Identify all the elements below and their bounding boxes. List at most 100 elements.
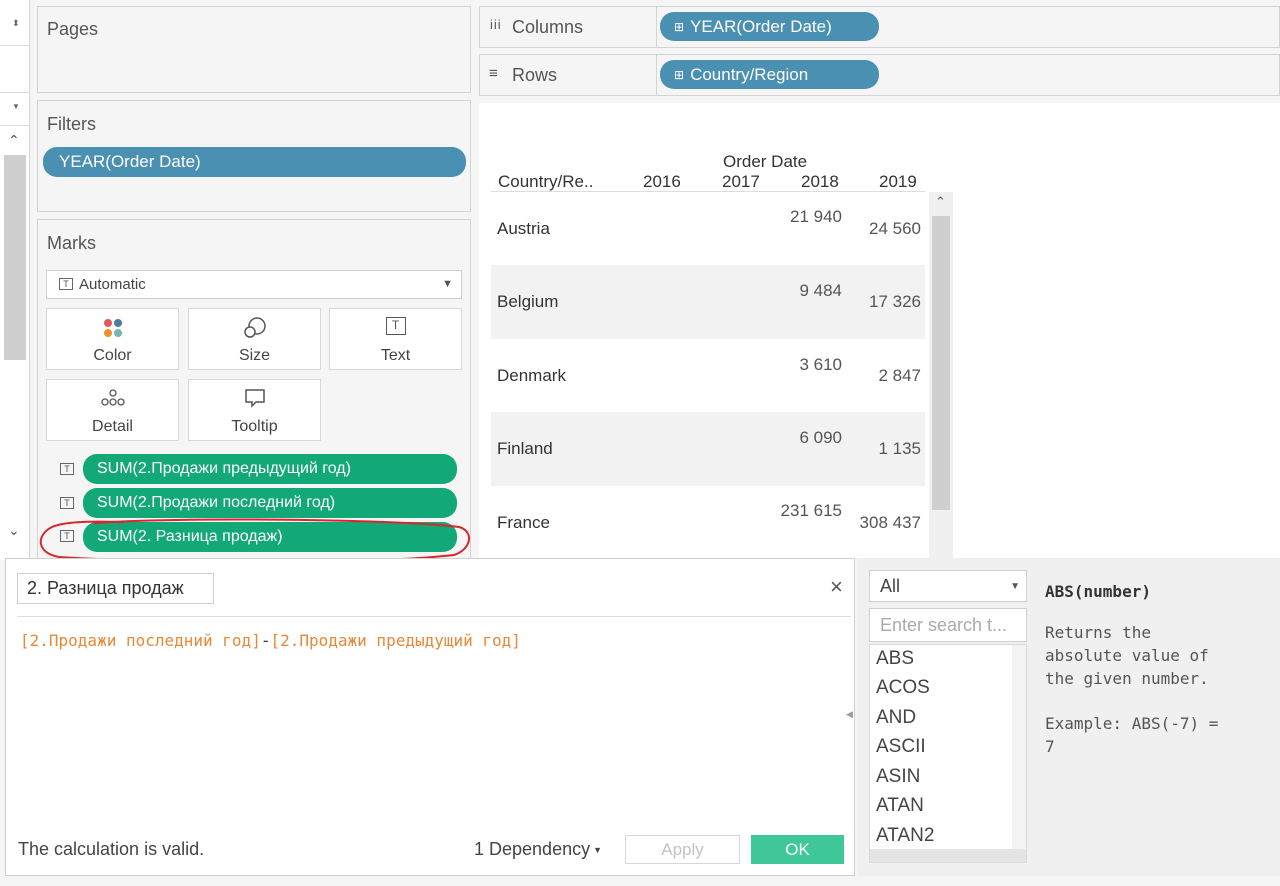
calc-name-value: 2. Разница продаж: [27, 578, 184, 598]
filters-shelf[interactable]: Filters YEAR(Order Date): [37, 100, 471, 212]
columns-pill[interactable]: ⊞ YEAR(Order Date): [660, 12, 879, 41]
color-button[interactable]: Color: [46, 308, 179, 370]
value-2018: 21 940: [790, 207, 842, 226]
function-item[interactable]: ATAN2: [876, 825, 934, 847]
collapse-arrow-icon[interactable]: ◀: [846, 709, 853, 720]
color-label: Color: [93, 347, 132, 364]
size-button[interactable]: Size: [188, 308, 321, 370]
marks-field-pill[interactable]: SUM(2.Продажи последний год): [83, 488, 457, 518]
view-canvas: Order Date Country/Re.. 2016 2017 2018 2…: [479, 103, 1280, 558]
text-mark-icon: T: [59, 278, 73, 290]
function-item[interactable]: ASIN: [876, 766, 920, 788]
value-2018: 231 615: [780, 501, 842, 520]
columns-icon: iii: [490, 17, 502, 32]
filter-pill[interactable]: YEAR(Order Date): [43, 147, 466, 177]
scrollbar-thumb[interactable]: [4, 155, 26, 360]
chevron-down-icon[interactable]: ▼: [1010, 581, 1020, 592]
scrollbar-thumb[interactable]: [932, 216, 950, 510]
dependency-dropdown[interactable]: 1 Dependency ▼: [474, 839, 602, 860]
function-item[interactable]: AND: [876, 707, 916, 729]
help-example: Example: ABS(-7) =: [1045, 714, 1219, 733]
list-hscrollbar[interactable]: [870, 849, 1026, 862]
help-text: the given number.: [1045, 669, 1209, 688]
help-text: absolute value of: [1045, 646, 1209, 665]
tooltip-button[interactable]: Tooltip: [188, 379, 321, 441]
column-header-title: Order Date: [723, 152, 808, 171]
function-item[interactable]: ASCII: [876, 736, 926, 758]
value-2018: 9 484: [799, 281, 842, 300]
function-category-select[interactable]: All ▼: [869, 570, 1027, 602]
rows-pill[interactable]: ⊞ Country/Region: [660, 60, 879, 89]
detail-label: Detail: [92, 418, 133, 435]
columns-shelf[interactable]: iii Columns ⊞ YEAR(Order Date): [479, 6, 1280, 48]
help-title: ABS(number): [1045, 582, 1151, 601]
value-2018: 6 090: [799, 428, 842, 447]
sort-icon[interactable]: ⬍: [12, 18, 20, 29]
size-icon: [243, 317, 266, 338]
table-row[interactable]: Austria 21 940 24 560: [491, 192, 925, 265]
function-list[interactable]: ABS ACOS AND ASCII ASIN ATAN ATAN2: [869, 644, 1027, 863]
year-header: 2018: [801, 172, 839, 191]
value-2019: 2 847: [878, 366, 921, 385]
table-row[interactable]: Denmark 3 610 2 847: [491, 339, 925, 412]
tooltip-icon: [244, 389, 265, 408]
chevron-down-icon[interactable]: ▼: [442, 278, 453, 290]
table-scrollbar[interactable]: ⌃: [929, 192, 953, 558]
scroll-up-icon[interactable]: ⌃: [935, 194, 946, 210]
detail-icon: [100, 389, 125, 406]
strip-divider: [0, 125, 30, 126]
rows-icon: ≡: [489, 65, 498, 82]
dropdown-icon[interactable]: ▼: [12, 102, 20, 111]
text-field-icon: T: [60, 497, 74, 509]
table-row[interactable]: France 231 615 308 437: [491, 486, 925, 558]
ok-button[interactable]: OK: [751, 835, 844, 864]
year-header: 2016: [643, 172, 681, 191]
strip-divider: [0, 45, 30, 46]
scroll-down-icon[interactable]: ⌄: [8, 522, 20, 539]
editor-divider: [17, 616, 851, 617]
strip-divider: [0, 92, 30, 93]
shelf-divider: [656, 7, 657, 47]
add-icon: ⊞: [674, 19, 685, 34]
mark-type-value: Automatic: [79, 276, 146, 293]
text-field-icon: T: [60, 463, 74, 475]
apply-button[interactable]: Apply: [625, 835, 740, 864]
text-button[interactable]: T Text: [329, 308, 462, 370]
value-2018: 3 610: [799, 355, 842, 374]
function-search-input[interactable]: Enter search t...: [869, 608, 1027, 642]
marks-field-pill[interactable]: SUM(2.Продажи предыдущий год): [83, 454, 457, 484]
text-label: Text: [380, 347, 411, 364]
columns-pill-label: YEAR(Order Date): [690, 16, 832, 36]
color-icon: [103, 319, 122, 337]
shelf-divider: [656, 55, 657, 95]
help-example: 7: [1045, 737, 1055, 756]
caret-down-icon: ▼: [593, 845, 603, 856]
function-item[interactable]: ABS: [876, 648, 914, 670]
year-header: 2017: [722, 172, 760, 191]
value-2019: 17 326: [869, 292, 921, 311]
country-cell: France: [497, 513, 550, 532]
table-row[interactable]: Belgium 9 484 17 326: [491, 265, 925, 339]
function-item[interactable]: ACOS: [876, 677, 930, 699]
country-cell: Finland: [497, 439, 553, 458]
category-value: All: [880, 576, 901, 596]
table-row[interactable]: Finland 6 090 1 135: [491, 412, 925, 486]
function-help: ABS(number) Returns the absolute value o…: [1045, 580, 1218, 758]
function-item[interactable]: ATAN: [876, 795, 924, 817]
pages-shelf[interactable]: Pages: [37, 6, 471, 93]
calc-editor: 2. Разница продаж × [2.Продажи последний…: [5, 558, 855, 876]
calc-name-field[interactable]: 2. Разница продаж: [17, 573, 214, 604]
pages-label: Pages: [47, 19, 99, 39]
formula-editor[interactable]: [2.Продажи последний год]-[2.Продажи пре…: [20, 631, 521, 650]
data-pane-strip: ⬍ ▼ ⌃ ⌄: [0, 0, 30, 560]
ok-label: OK: [785, 840, 810, 859]
rows-pill-label: Country/Region: [690, 64, 809, 84]
mark-type-select[interactable]: T Automatic ▼: [46, 270, 462, 299]
rows-shelf[interactable]: ≡ Rows ⊞ Country/Region: [479, 54, 1280, 96]
scroll-up-icon[interactable]: ⌃: [8, 132, 20, 149]
list-scrollbar[interactable]: [1012, 645, 1026, 850]
close-icon[interactable]: ×: [830, 574, 843, 600]
function-panel: All ▼ Enter search t... ABS ACOS AND ASC…: [857, 558, 1280, 876]
detail-button[interactable]: Detail: [46, 379, 179, 441]
marks-card: Marks T Automatic ▼ Color Size T Text De…: [37, 219, 471, 564]
